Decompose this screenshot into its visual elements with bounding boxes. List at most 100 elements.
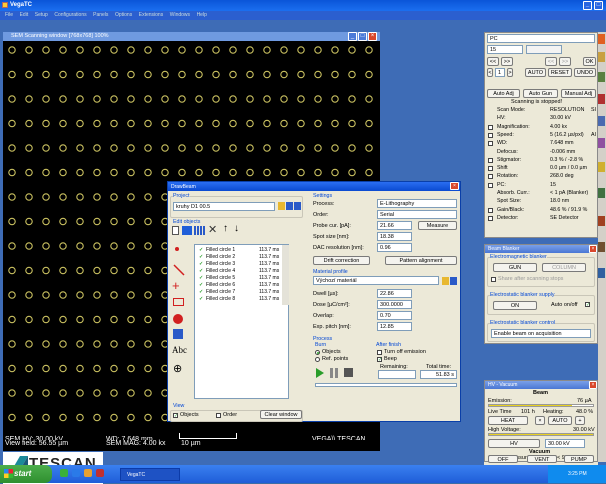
heat-x-button[interactable]: × (535, 416, 545, 425)
order-select[interactable]: Serial (377, 210, 457, 219)
measure-button[interactable]: Measure (418, 221, 457, 230)
device-select[interactable]: PC (487, 34, 595, 43)
object-list-item[interactable]: ✓ Filled circle 5 113.7 ms (199, 275, 279, 281)
point-tool-icon[interactable] (175, 247, 179, 251)
on-button[interactable]: ON (493, 301, 537, 310)
tool-icon[interactable] (598, 34, 605, 44)
check-icon[interactable]: ✓ (199, 254, 203, 260)
maximize-icon[interactable]: □ (594, 1, 603, 10)
overlap-input[interactable]: 0.70 (377, 311, 412, 320)
rectangle-tool-icon[interactable] (173, 298, 184, 306)
play-icon[interactable] (316, 368, 324, 378)
save-icon[interactable] (450, 277, 457, 285)
parameter-checkbox[interactable] (488, 182, 493, 188)
close-icon[interactable]: × (368, 32, 377, 41)
quicklaunch-icon[interactable] (84, 469, 92, 477)
tool-icon[interactable] (598, 242, 605, 252)
tool-icon[interactable] (598, 94, 605, 104)
nav-button-4[interactable]: >> (559, 57, 571, 66)
off-button[interactable]: OFF (488, 455, 518, 463)
less-icon[interactable]: < (487, 68, 493, 77)
move-up-icon[interactable]: ↑ (223, 223, 228, 234)
tool-icon[interactable] (598, 116, 605, 126)
dose-input[interactable]: 300.0000 (377, 300, 412, 309)
grid-icon[interactable] (194, 226, 206, 235)
quicklaunch-icon[interactable] (60, 469, 68, 477)
objects-radio[interactable] (315, 350, 320, 355)
objects-checkbox[interactable]: ✓ (173, 413, 178, 419)
dwell-input[interactable]: 22.86 (377, 289, 412, 298)
menu-panels[interactable]: Panels (93, 12, 108, 18)
hv-button[interactable]: HV (488, 439, 540, 448)
beep-checkbox[interactable]: ✓ (377, 357, 382, 363)
material-select[interactable]: Výchozí materiál (313, 276, 439, 285)
heat-auto-button[interactable]: AUTO (548, 416, 572, 425)
object-list-item[interactable]: ✓ Filled circle 4 113.7 ms (199, 268, 279, 274)
taskbar-item-vegatc[interactable]: VegaTC (120, 468, 180, 481)
menu-help[interactable]: Help (197, 12, 207, 18)
object-list-item[interactable]: ✓ Filled circle 1 113.7 ms (199, 247, 279, 253)
pattern-alignment-button[interactable]: Pattern alignment (385, 256, 457, 265)
blanker-mode-select[interactable]: Enable beam on acquisition (491, 329, 591, 338)
open-folder-icon[interactable] (278, 202, 285, 210)
dac-resolution-input[interactable]: 0.96 (377, 243, 412, 252)
object-list-item[interactable]: ✓ Filled circle 6 113.7 ms (199, 282, 279, 288)
auto-adj-button[interactable]: Auto Adj (487, 89, 520, 98)
parameter-extra[interactable]: SI (591, 107, 596, 113)
text-tool-icon[interactable]: Abc (172, 345, 187, 355)
layers-icon[interactable] (182, 226, 192, 235)
parameter-checkbox[interactable] (488, 157, 493, 163)
ref-points-radio[interactable] (315, 357, 320, 362)
nav-button-2[interactable]: >> (501, 57, 513, 66)
undo-button[interactable]: UNDO (574, 68, 596, 77)
order-checkbox[interactable] (216, 413, 221, 418)
project-name-input[interactable]: kruhy D1 00.5 (173, 202, 275, 211)
drift-correction-button[interactable]: Drift correction (313, 256, 370, 265)
column-button[interactable]: COLUMN (542, 263, 586, 272)
maximize-icon[interactable]: □ (358, 32, 367, 41)
check-icon[interactable]: ✓ (199, 247, 203, 253)
heat-plus-button[interactable]: + (575, 416, 585, 425)
check-icon[interactable]: ✓ (199, 289, 203, 295)
exp-pitch-input[interactable]: 12.85 (377, 322, 412, 331)
auto-onoff-checkbox[interactable]: ✓ (585, 302, 590, 308)
tool-icon[interactable] (598, 52, 605, 62)
pause-icon[interactable] (330, 368, 338, 378)
parameter-checkbox[interactable] (488, 141, 493, 147)
value-input[interactable]: 15 (487, 45, 523, 54)
object-list-scrollbar[interactable] (282, 245, 289, 305)
tool-icon[interactable] (598, 72, 605, 82)
tool-icon[interactable] (598, 138, 605, 148)
tool-icon[interactable] (598, 216, 605, 226)
menu-edit[interactable]: Edit (20, 12, 29, 18)
tool-icon[interactable] (598, 162, 605, 172)
parameter-checkbox[interactable] (488, 166, 493, 172)
parameter-checkbox[interactable] (488, 124, 493, 130)
quicklaunch-icon[interactable] (72, 469, 80, 477)
clear-window-button[interactable]: Clear window (260, 410, 302, 419)
parameter-extra[interactable]: AI (591, 132, 596, 138)
auto-button[interactable]: AUTO (525, 68, 546, 77)
quicklaunch-icon[interactable] (96, 469, 104, 477)
vent-button[interactable]: VENT (527, 455, 557, 463)
manual-adj-button[interactable]: Manual Adj (561, 89, 596, 98)
process-select[interactable]: E-Lithography (377, 199, 457, 208)
object-list-item[interactable]: ✓ Filled circle 3 113.7 ms (199, 261, 279, 267)
close-icon[interactable]: × (589, 381, 597, 389)
tool-icon[interactable] (598, 188, 605, 198)
menu-options[interactable]: Options (115, 12, 132, 18)
tool-icon[interactable] (598, 268, 605, 278)
check-icon[interactable]: ✓ (199, 261, 203, 267)
check-icon[interactable]: ✓ (199, 296, 203, 302)
value-input-2[interactable] (526, 45, 562, 54)
menu-extensions[interactable]: Extensions (139, 12, 163, 18)
reset-button[interactable]: RESET (548, 68, 572, 77)
line-tool-icon[interactable] (173, 264, 185, 276)
close-icon[interactable]: × (450, 182, 459, 190)
check-icon[interactable]: ✓ (199, 282, 203, 288)
minimize-icon[interactable]: _ (583, 1, 592, 10)
save-icon[interactable] (286, 202, 293, 210)
gun-button[interactable]: GUN (493, 263, 537, 272)
menu-windows[interactable]: Windows (170, 12, 190, 18)
check-icon[interactable]: ✓ (199, 268, 203, 274)
